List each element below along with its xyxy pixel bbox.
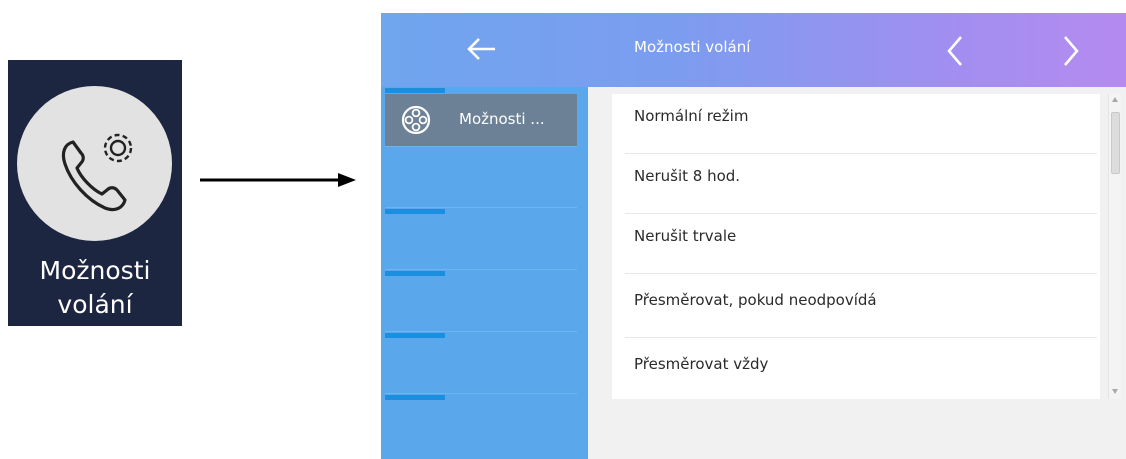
- list-item-label: Přesměrovat vždy: [634, 355, 769, 373]
- sidebar-item-accent: [385, 395, 445, 400]
- chevron-right-icon[interactable]: [1059, 33, 1083, 69]
- list-item[interactable]: Nerušit 8 hod.: [625, 154, 1097, 214]
- sidebar-item-accent: [385, 88, 445, 93]
- list-item[interactable]: Normální režim: [625, 94, 1097, 154]
- app-tile-label: Možnosti volání: [8, 254, 182, 322]
- sidebar-item-accent: [385, 333, 445, 338]
- sidebar: Možnosti ...: [381, 87, 588, 459]
- sidebar-item-empty[interactable]: [385, 341, 577, 400]
- list-item-label: Normální režim: [634, 107, 749, 125]
- sidebar-item-empty[interactable]: [385, 155, 577, 214]
- device-screen: Možnosti volání Možnosti ... Normální re…: [381, 13, 1126, 459]
- sidebar-item-call-options[interactable]: Možnosti ...: [385, 88, 577, 147]
- scrollbar-thumb[interactable]: [1111, 112, 1120, 174]
- back-arrow-icon[interactable]: [463, 33, 499, 65]
- app-tile-label-line2: volání: [57, 290, 133, 319]
- scroll-up-icon[interactable]: [1111, 96, 1119, 104]
- options-list: Normální režim Nerušit 8 hod. Nerušit tr…: [612, 94, 1100, 399]
- chevron-left-icon[interactable]: [943, 33, 967, 69]
- sidebar-item-accent: [385, 209, 445, 214]
- scroll-down-icon[interactable]: [1111, 387, 1119, 395]
- list-item[interactable]: Přesměrovat vždy: [625, 342, 1097, 401]
- list-item[interactable]: Přesměrovat, pokud neodpovídá: [625, 278, 1097, 338]
- list-item-label: Přesměrovat, pokud neodpovídá: [634, 291, 877, 309]
- app-tile-call-options[interactable]: Možnosti volání: [8, 60, 182, 326]
- sidebar-item-empty[interactable]: [385, 217, 577, 276]
- sidebar-item-empty[interactable]: [385, 279, 577, 338]
- app-tile-icon-circle: [17, 86, 172, 241]
- film-reel-icon: [401, 105, 431, 135]
- sidebar-item-label: Možnosti ...: [459, 110, 545, 128]
- list-item-label: Nerušit trvale: [634, 227, 737, 245]
- scrollbar[interactable]: [1108, 94, 1121, 399]
- app-tile-label-line1: Možnosti: [39, 256, 151, 285]
- page-title: Možnosti volání: [634, 38, 751, 56]
- list-item-label: Nerušit 8 hod.: [634, 167, 741, 185]
- header-bar: Možnosti volání: [381, 13, 1126, 87]
- list-item[interactable]: Nerušit trvale: [625, 214, 1097, 274]
- sidebar-item-accent: [385, 271, 445, 276]
- phone-gear-icon: [61, 133, 133, 212]
- right-arrow-icon: [200, 173, 356, 187]
